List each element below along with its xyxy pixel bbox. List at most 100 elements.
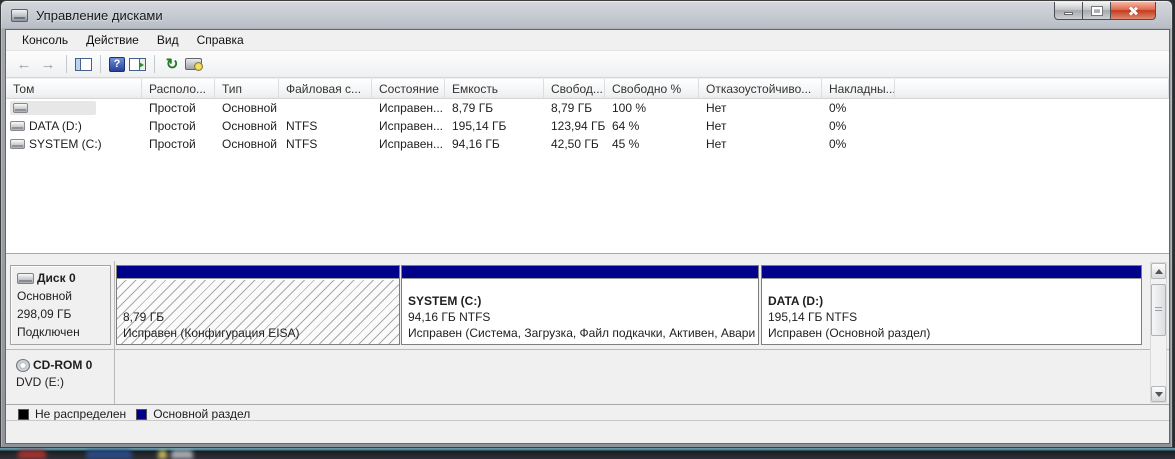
taskbar-icon-yellow[interactable] [158,450,167,459]
partition-status: Исправен (Конфигурация EISA) [123,326,300,340]
menu-bar: Консоль Действие Вид Справка [6,30,1169,51]
volume-icon [13,103,28,113]
legend-label: Основной раздел [153,407,251,421]
header-filesystem[interactable]: Файловая с... [279,79,372,99]
minimize-icon [1064,12,1073,15]
volume-row-data[interactable]: DATA (D:) Простой Основной NTFS Исправен… [6,117,1169,135]
close-button[interactable] [1111,2,1156,20]
partition-color-bar [117,266,399,279]
volume-free: 8,79 ГБ [551,101,593,115]
scrollbar-thumb[interactable] [1151,284,1166,336]
partition-system-c[interactable]: SYSTEM (C:) 94,16 ГБ NTFS Исправен (Сист… [401,265,759,345]
partition-status: Исправен (Основной раздел) [768,326,931,340]
forward-button[interactable]: → [38,56,58,73]
volume-filesystem: NTFS [286,119,318,133]
maximize-button[interactable] [1083,2,1111,20]
volume-free: 123,94 ГБ [551,119,605,133]
title-bar[interactable]: Управление дисками [1,1,1172,29]
header-status[interactable]: Состояние [372,79,445,99]
close-icon [1127,5,1139,17]
header-filler [895,79,1169,99]
help-icon[interactable]: ? [109,56,125,72]
volume-overhead: 0% [829,101,847,115]
hard-disk-icon [17,272,34,284]
panel-divider [114,261,115,404]
partition-color-bar [762,266,1141,279]
arrow-up-icon [1154,268,1163,274]
status-strip [6,420,1169,443]
disk-management-window: Управление дисками Консоль Действие Вид … [0,0,1173,448]
partition-size: 8,79 ГБ [123,310,165,324]
header-free-pct[interactable]: Свободно % [605,79,699,99]
partition-label: SYSTEM (C:) [408,294,482,308]
legend-unallocated: Не распределен [18,407,126,421]
header-volume[interactable]: Том [6,79,142,99]
menu-view[interactable]: Вид [148,31,188,49]
client-area: Консоль Действие Вид Справка ← → ? ↻ Том… [5,29,1170,444]
disk0-size: 298,09 ГБ [17,307,72,321]
disk-management-icon[interactable] [185,58,203,71]
scroll-up-button[interactable] [1151,263,1166,279]
volume-free-pct: 100 % [612,101,647,115]
cdrom-info-box[interactable]: CD-ROM 0 DVD (E:) [10,353,111,403]
disk0-type: Основной [17,289,73,303]
selected-volume-highlight [10,101,96,115]
disk0-info-box[interactable]: Диск 0 Основной 298,09 ГБ Подключен [10,265,111,345]
screen: Управление дисками Консоль Действие Вид … [0,0,1175,459]
volume-capacity: 195,14 ГБ [452,119,507,133]
header-fault-tolerance[interactable]: Отказоустойчиво... [699,79,822,99]
legend-primary-partition: Основной раздел [136,407,250,421]
volume-status: Исправен... [379,137,444,151]
taskbar-icon-white[interactable] [171,450,193,459]
taskbar-icon-blue[interactable] [86,450,132,459]
legend-swatch-unallocated [18,408,29,420]
volume-row-system[interactable]: SYSTEM (C:) Простой Основной NTFS Исправ… [6,135,1169,153]
toolbar: ← → ? ↻ [6,51,1169,78]
menu-help[interactable]: Справка [188,31,253,49]
window-icon [11,8,28,22]
console-tree-icon[interactable] [75,57,92,71]
volume-free-pct: 64 % [612,119,640,133]
volume-row-eisa[interactable]: Простой Основной Исправен... 8,79 ГБ 8,7… [6,99,1169,117]
maximize-icon [1090,5,1103,16]
partition-size: 94,16 ГБ NTFS [408,310,491,324]
toolbar-separator [66,55,67,73]
volume-overhead: 0% [829,119,847,133]
volume-layout: Простой [149,101,196,115]
partition-status: Исправен (Система, Загрузка, Файл подкач… [408,326,756,340]
toolbar-separator [154,55,155,73]
volume-capacity: 94,16 ГБ [452,137,500,151]
volume-status: Исправен... [379,101,444,115]
partition-data-d[interactable]: DATA (D:) 195,14 ГБ NTFS Исправен (Основ… [761,265,1142,345]
header-type[interactable]: Тип [215,79,279,99]
volume-list: Том Располо... Тип Файловая с... Состоян… [6,79,1169,254]
menu-action[interactable]: Действие [77,31,148,49]
cdrom-drive-letter: DVD (E:) [16,375,64,389]
volume-capacity: 8,79 ГБ [452,101,494,115]
vertical-scrollbar[interactable] [1150,262,1167,403]
action-pane-icon[interactable] [129,57,146,71]
volume-icon [10,139,25,149]
partition-label: DATA (D:) [768,294,824,308]
volume-fault-tolerance: Нет [706,119,727,133]
volume-free: 42,50 ГБ [551,137,599,151]
volume-type: Основной [222,137,278,151]
disk0-status: Подключен [17,325,80,339]
partition-color-bar [402,266,758,279]
header-overhead[interactable]: Накладны... [822,79,895,99]
minimize-button[interactable] [1054,2,1083,20]
volume-icon [10,121,25,131]
back-button[interactable]: ← [14,56,34,73]
volume-free-pct: 45 % [612,137,640,151]
menu-console[interactable]: Консоль [13,31,77,49]
volume-fault-tolerance: Нет [706,101,727,115]
refresh-icon[interactable]: ↻ [163,55,181,73]
volume-filesystem: NTFS [286,137,318,151]
taskbar-icon-red[interactable] [18,450,46,459]
volume-layout: Простой [149,137,196,151]
scroll-down-button[interactable] [1151,386,1166,402]
partition-eisa[interactable]: 8,79 ГБ Исправен (Конфигурация EISA) [116,265,400,345]
header-free[interactable]: Свобод... [544,79,605,99]
header-capacity[interactable]: Емкость [445,79,544,99]
header-layout[interactable]: Располо... [142,79,215,99]
